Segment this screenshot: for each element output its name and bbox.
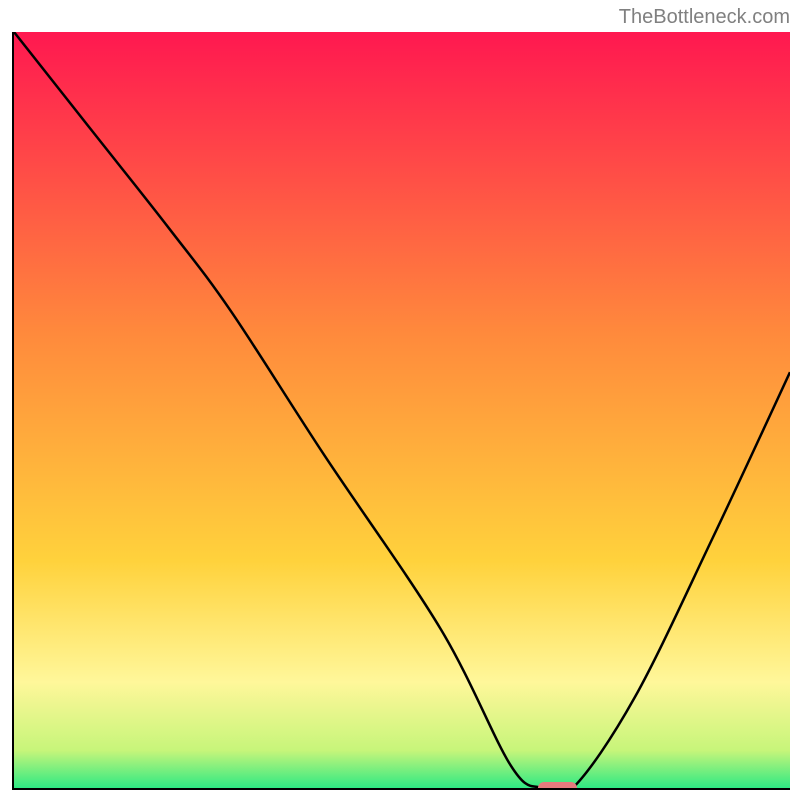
plot-area <box>12 32 790 790</box>
optimal-marker <box>538 782 577 790</box>
bottleneck-curve <box>14 32 790 788</box>
curve-layer <box>14 32 790 788</box>
watermark-text: TheBottleneck.com <box>619 6 790 29</box>
bottleneck-chart: TheBottleneck.com <box>0 0 800 800</box>
